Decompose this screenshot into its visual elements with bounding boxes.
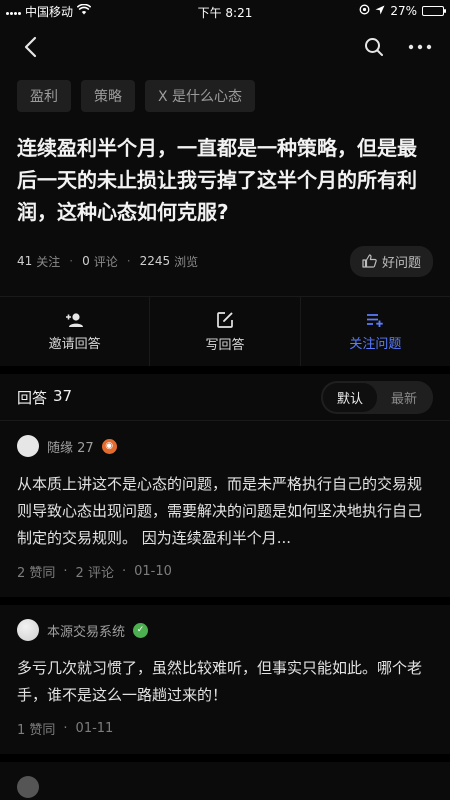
author-name[interactable]: 本源交易系统 [47,621,125,640]
next-answer-peek [0,762,450,800]
answer-author[interactable]: 随缘 27 ◉ [17,435,433,457]
good-question-button[interactable]: 好问题 [349,245,433,277]
signal-icon [6,7,21,15]
meta-separator: · [63,721,68,736]
author-badge-icon: ✓ [133,622,149,638]
follow-question-button[interactable]: 关注问题 [301,297,450,366]
section-divider [0,597,450,605]
answers-title: 回答 37 [17,387,72,408]
status-right: 27% [359,4,446,18]
answer-comments: 2 评论 [75,566,114,581]
orientation-lock-icon [359,4,370,18]
avatar[interactable] [17,619,39,641]
action-bar: 邀请回答 写回答 关注问题 [0,296,450,366]
answer-card[interactable]: 随缘 27 ◉ 从本质上讲这不是心态的问题，而是未严格执行自己的交易规则导致心态… [0,420,450,597]
answer-body[interactable]: 多亏几次就习惯了，虽然比较难听，但事实只能如此。哪个老手，谁不是这么一路趟过来的… [17,655,433,709]
comments-label: 评论 [93,254,118,269]
comments-count: 0 [82,254,90,268]
avatar [17,776,39,798]
section-divider [0,754,450,762]
edit-icon [217,311,233,328]
tag-profit[interactable]: 盈利 [17,80,71,112]
answer-meta: 2 赞同 · 2 评论 · 01-10 [17,562,433,581]
sort-latest-tab[interactable]: 最新 [377,383,431,412]
answer-date: 01-11 [75,721,114,736]
answer-body[interactable]: 从本质上讲这不是心态的问题，而是未严格执行自己的交易规则导致心态出现问题，需要解… [17,471,433,552]
avatar[interactable] [17,435,39,457]
carrier-label: 中国移动 [25,4,74,19]
answer-card[interactable]: 本源交易系统 ✓ 多亏几次就习惯了，虽然比较难听，但事实只能如此。哪个老手，谁不… [0,605,450,754]
author-name[interactable]: 随缘 27 [47,437,94,456]
chevron-left-icon [24,36,37,58]
followers-count: 41 [17,254,33,268]
meta-separator: · [126,254,131,268]
answers-header: 回答 37 默认 最新 [0,366,450,420]
answer-likes: 1 赞同 [17,723,56,738]
search-icon [365,38,383,56]
write-answer-label: 写回答 [205,337,245,353]
question-meta: 41 关注 · 0 评论 · 2245 浏览 好问题 [0,228,450,277]
answers-title-label: 回答 [17,388,48,407]
question-title: 连续盈利半个月，一直都是一种策略，但是最后一天的未止损让我亏掉了这半个月的所有利… [17,136,417,224]
status-bar: 中国移动 下午 8:21 27% [0,0,450,22]
question-stats: 41 关注 · 0 评论 · 2245 浏览 [17,253,198,270]
answer-author[interactable]: 本源交易系统 ✓ [17,619,433,641]
search-button[interactable] [358,31,390,63]
meta-separator: · [69,254,74,268]
meta-separator: · [121,564,127,579]
back-button[interactable] [14,31,46,63]
sort-toggle: 默认 最新 [320,380,433,414]
invite-user-icon [65,312,83,327]
location-icon [375,4,385,18]
invite-answer-label: 邀请回答 [48,336,101,352]
sort-default-tab[interactable]: 默认 [322,382,377,412]
answer-meta: 1 赞同 · 01-11 [17,719,433,738]
answer-date: 01-10 [134,564,172,579]
tag-strategy[interactable]: 策略 [81,80,135,112]
author-badge-icon: ◉ [101,438,117,454]
answer-likes: 2 赞同 [17,566,56,581]
battery-percent: 27% [390,4,417,18]
follow-list-icon [367,313,384,327]
nav-bar [0,22,450,72]
meta-separator: · [63,564,68,579]
wifi-icon [76,3,92,18]
thumbs-up-icon [362,254,377,268]
follow-question-label: 关注问题 [349,336,402,352]
answers-count: 37 [53,386,73,405]
good-question-label: 好问题 [381,255,421,271]
views-count: 2245 [139,254,171,268]
battery-icon [422,6,446,16]
views-label: 浏览 [174,254,199,269]
more-icon [408,44,432,50]
write-answer-button[interactable]: 写回答 [150,297,301,366]
tag-mindset[interactable]: X 是什么心态 [145,80,256,112]
status-left: 中国移动 [6,3,92,20]
tag-list: 盈利 策略 X 是什么心态 [0,72,450,112]
invite-answer-button[interactable]: 邀请回答 [0,297,151,366]
followers-label: 关注 [36,254,61,269]
more-button[interactable] [404,31,436,63]
